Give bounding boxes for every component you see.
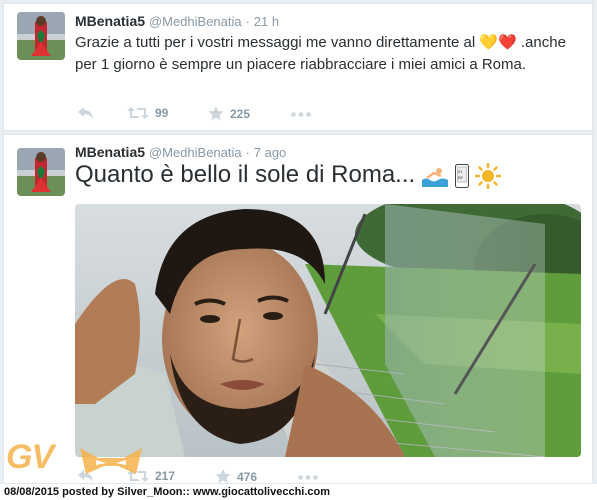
retweet-count: 99 bbox=[155, 106, 169, 120]
more-icon bbox=[298, 475, 318, 480]
more-button[interactable] bbox=[291, 112, 311, 117]
avatar[interactable] bbox=[17, 148, 65, 196]
swimmer-emoji bbox=[421, 164, 448, 187]
timestamp[interactable]: 7 ago bbox=[254, 145, 287, 160]
more-button[interactable] bbox=[298, 475, 318, 480]
reply-button[interactable] bbox=[77, 106, 95, 120]
tweet-text: Grazie a tutti per i vostri messaggi me … bbox=[75, 34, 566, 73]
retweet-count: 217 bbox=[155, 469, 176, 483]
svg-text:01: 01 bbox=[458, 169, 463, 174]
reply-icon bbox=[78, 107, 93, 119]
tweet-card[interactable]: MBenatia5 @MedhiBenatia · 21 h Grazie a … bbox=[3, 3, 593, 131]
separator: · bbox=[245, 145, 250, 160]
display-name[interactable]: MBenatia5 bbox=[75, 13, 145, 29]
display-name[interactable]: MBenatia5 bbox=[75, 144, 145, 160]
favorite-count: 225 bbox=[230, 106, 251, 121]
retweet-icon bbox=[127, 107, 149, 119]
tweet-photo[interactable] bbox=[75, 204, 581, 457]
tweet-header: MBenatia5 @MedhiBenatia · 21 h bbox=[75, 13, 279, 29]
favorite-star-icon bbox=[215, 469, 231, 484]
favorite-button[interactable]: 476 bbox=[215, 469, 257, 484]
favorite-count: 476 bbox=[237, 469, 258, 484]
tweet-card[interactable]: MBenatia5 @MedhiBenatia · 7 ago Quanto è… bbox=[3, 134, 593, 484]
tweet-text-main: Quanto è bello il sole di Roma... bbox=[75, 161, 416, 188]
svg-text:BF: BF bbox=[458, 175, 464, 180]
favorite-star-icon bbox=[208, 106, 224, 121]
watermark-mask-icon bbox=[80, 448, 142, 474]
watermark-logo: GV bbox=[6, 438, 54, 476]
retweet-button[interactable]: 99 bbox=[127, 106, 168, 120]
timestamp[interactable]: 21 h bbox=[254, 14, 279, 29]
phone-emoji: 01 BF bbox=[454, 163, 469, 188]
user-handle[interactable]: @MedhiBenatia bbox=[149, 145, 242, 160]
tweet-header: MBenatia5 @MedhiBenatia · 7 ago bbox=[75, 144, 286, 160]
avatar[interactable] bbox=[17, 12, 65, 60]
more-icon bbox=[291, 112, 311, 117]
separator: · bbox=[245, 14, 250, 29]
tweet-text: Quanto è bello il sole di Roma... 01 BF bbox=[75, 159, 502, 191]
footer-credit: 08/08/2015 posted by Silver_Moon:: www.g… bbox=[0, 484, 597, 500]
favorite-button[interactable]: 225 bbox=[208, 106, 250, 121]
user-handle[interactable]: @MedhiBenatia bbox=[149, 14, 242, 29]
tweet-actions: 99 225 bbox=[75, 106, 355, 126]
sun-emoji bbox=[475, 162, 502, 189]
